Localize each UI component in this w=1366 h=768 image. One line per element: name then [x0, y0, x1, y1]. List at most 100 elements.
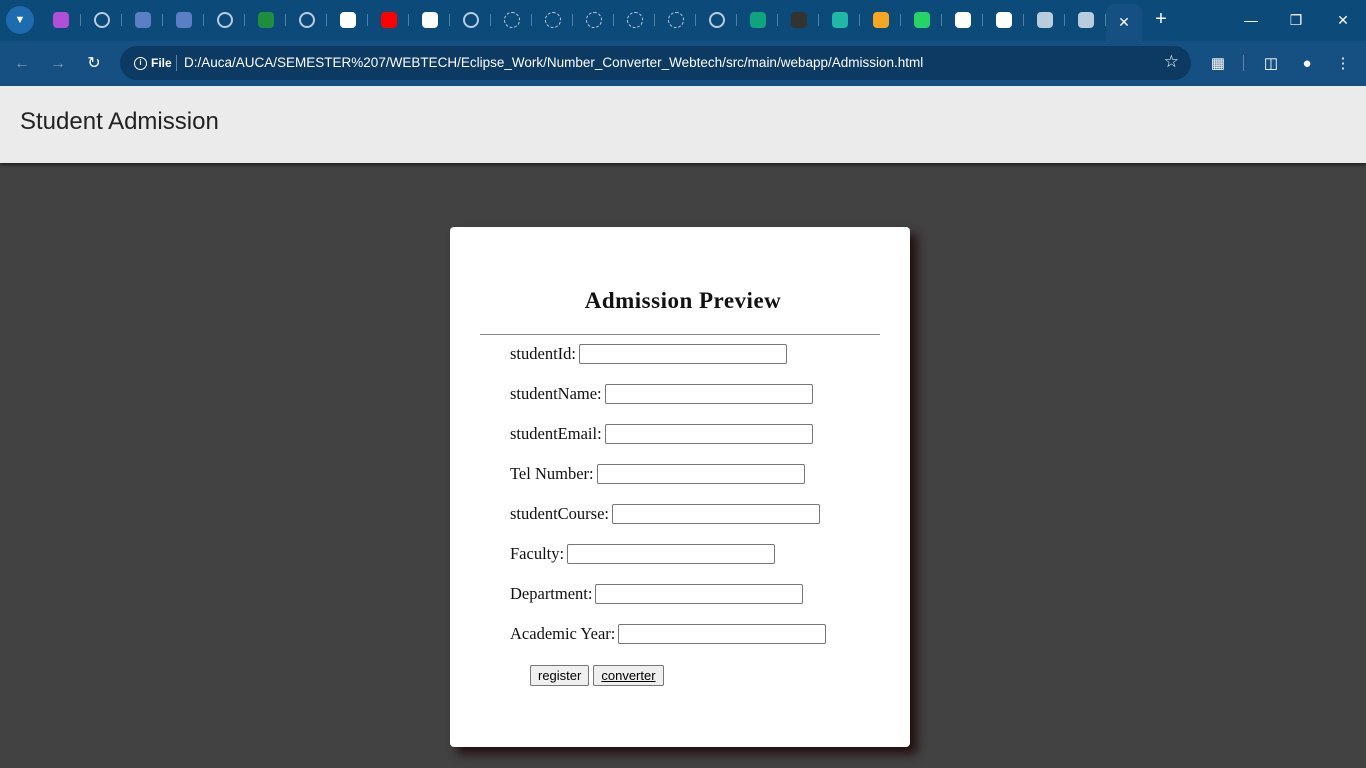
faculty-input[interactable]: [567, 544, 776, 564]
browser-tab[interactable]: [491, 6, 532, 34]
web-icon: [216, 12, 233, 28]
browser-tab[interactable]: [573, 6, 614, 34]
youtube-icon: [380, 12, 397, 28]
profile-icon[interactable]: ●: [1295, 52, 1319, 76]
chrome-icon: [339, 12, 356, 28]
tab-search-button[interactable]: ▼: [6, 6, 34, 34]
search-icon: [872, 12, 889, 28]
form-heading: Admission Preview: [584, 288, 782, 313]
form-buttons: register converter: [530, 665, 664, 686]
browser-tab[interactable]: [204, 6, 245, 34]
reload-button[interactable]: ↻: [82, 52, 106, 76]
browser-tab[interactable]: [614, 6, 655, 34]
divider: [176, 55, 177, 71]
whatsapp-icon: [913, 12, 930, 28]
active-tab[interactable]: ✕: [1106, 4, 1142, 41]
copilot-icon: [52, 12, 69, 28]
register-button[interactable]: register: [530, 665, 590, 686]
browser-tab[interactable]: [1024, 6, 1065, 34]
chatgpt-icon: [749, 12, 766, 28]
browser-tab[interactable]: [737, 6, 778, 34]
loading-icon: [667, 12, 684, 28]
browser-tab[interactable]: [450, 6, 491, 34]
loading-icon: [585, 12, 602, 28]
address-bar[interactable]: i File D:/Auca/AUCA/SEMESTER%207/WEBTECH…: [120, 46, 1191, 80]
classroom-icon: [257, 12, 274, 28]
student-name-input[interactable]: [604, 384, 813, 404]
close-window-button[interactable]: ✕: [1331, 8, 1355, 32]
browser-tab[interactable]: [983, 6, 1024, 34]
loading-icon: [544, 12, 561, 28]
back-button[interactable]: ←: [10, 52, 34, 76]
field-row-student-email: studentEmail:: [510, 424, 813, 444]
globe-icon: [1077, 12, 1094, 28]
browser-tab[interactable]: [942, 6, 983, 34]
field-row-faculty: Faculty:: [510, 544, 776, 564]
student-course-input[interactable]: [612, 504, 820, 524]
form-icon: [175, 12, 192, 28]
admission-card: Admission Preview studentId: studentName…: [450, 227, 910, 747]
browser-tab[interactable]: [901, 6, 942, 34]
browser-tab[interactable]: [696, 6, 737, 34]
web-icon: [93, 12, 110, 28]
loading-icon: [298, 12, 315, 28]
browser-tab[interactable]: [819, 6, 860, 34]
student-email-input[interactable]: [604, 424, 813, 444]
field-row-student-name: studentName:: [510, 384, 813, 404]
globe-icon: [1036, 12, 1053, 28]
restore-button[interactable]: ❐: [1284, 8, 1308, 32]
web-icon: [790, 12, 807, 28]
field-row-student-course: studentCourse:: [510, 504, 820, 524]
web-icon: [462, 12, 479, 28]
github-icon: [421, 12, 438, 28]
department-label: Department:: [510, 584, 593, 603]
forward-button[interactable]: →: [46, 52, 70, 76]
tab-strip: ▼ ✕ + — ❐ ✕: [0, 0, 1366, 41]
extensions-icon[interactable]: ▦: [1206, 52, 1230, 76]
field-row-department: Department:: [510, 584, 804, 604]
site-info-label: File: [151, 56, 172, 70]
browser-tab[interactable]: [245, 6, 286, 34]
bookmark-star-icon[interactable]: ☆: [1164, 52, 1179, 72]
side-panel-icon[interactable]: ◫: [1259, 52, 1283, 76]
url-text[interactable]: D:/Auca/AUCA/SEMESTER%207/WEBTECH/Eclips…: [184, 55, 923, 70]
browser-tab[interactable]: [327, 6, 368, 34]
browser-tab[interactable]: [122, 6, 163, 34]
browser-tab[interactable]: [40, 6, 81, 34]
chevron-down-icon: ▼: [14, 14, 26, 26]
browser-tab[interactable]: [409, 6, 450, 34]
student-course-label: studentCourse:: [510, 504, 609, 523]
form-icon: [134, 12, 151, 28]
menu-icon[interactable]: ⋮: [1331, 52, 1355, 76]
academic-year-input[interactable]: [618, 624, 827, 644]
tel-number-input[interactable]: [596, 464, 805, 484]
browser-tab[interactable]: [286, 6, 327, 34]
minimize-button[interactable]: —: [1239, 8, 1263, 32]
student-name-label: studentName:: [510, 384, 602, 403]
field-row-academic-year: Academic Year:: [510, 624, 827, 644]
field-row-student-id: studentId:: [510, 344, 787, 364]
info-icon: i: [134, 56, 147, 70]
browser-tab[interactable]: [655, 6, 696, 34]
loading-icon: [626, 12, 643, 28]
student-id-input[interactable]: [579, 344, 787, 364]
browser-toolbar: ← → ↻ i File D:/Auca/AUCA/SEMESTER%207/W…: [0, 41, 1366, 86]
loading-icon: [708, 12, 725, 28]
new-tab-button[interactable]: +: [1151, 9, 1171, 30]
loading-icon: [503, 12, 520, 28]
academic-year-label: Academic Year:: [510, 624, 616, 643]
page-title: Student Admission: [20, 108, 219, 135]
browser-tab[interactable]: [778, 6, 819, 34]
browser-tab[interactable]: [368, 6, 409, 34]
browser-tab[interactable]: [1065, 6, 1106, 34]
converter-button[interactable]: converter: [593, 665, 664, 686]
browser-tab[interactable]: [81, 6, 122, 34]
close-icon[interactable]: ✕: [1118, 14, 1130, 31]
google-icon: [954, 12, 971, 28]
browser-tab[interactable]: [163, 6, 204, 34]
browser-tab[interactable]: [860, 6, 901, 34]
site-info-chip[interactable]: i File: [128, 52, 178, 74]
department-input[interactable]: [595, 584, 804, 604]
docs-icon: [831, 12, 848, 28]
browser-tab[interactable]: [532, 6, 573, 34]
